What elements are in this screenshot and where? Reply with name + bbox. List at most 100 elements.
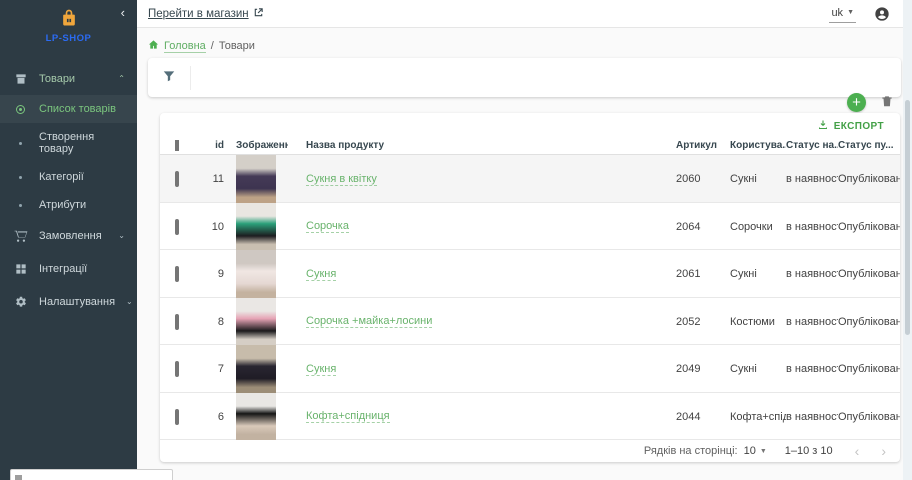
topbar-right: uk ▼ (829, 5, 890, 23)
select-all-checkbox[interactable] (175, 140, 179, 151)
product-name-link[interactable]: Кофта+спідниця (306, 410, 390, 423)
column-header-7: Статус пу... (838, 140, 900, 151)
breadcrumb: Головна / Товари (137, 28, 912, 54)
row-name-cell: Кофта+спідниця (288, 408, 676, 425)
sidebar-section-label: Товари (39, 73, 107, 85)
product-image[interactable] (236, 298, 276, 346)
logo: LP-SHOP (0, 6, 137, 44)
scrollbar-thumb[interactable] (905, 100, 910, 335)
row-category: Кофта+спідниц (730, 411, 786, 423)
header-checkbox-cell (160, 140, 200, 151)
row-image-cell (226, 345, 288, 393)
table-row: 11Сукня в квітку2060Сукнів наявностіОпуб… (160, 155, 900, 203)
cart-icon (13, 228, 28, 243)
row-id: 10 (200, 221, 226, 233)
rows-per-page-select[interactable]: 10 ▼ (744, 445, 767, 457)
product-name-link[interactable]: Сорочка +майка+лосини (306, 315, 432, 328)
language-select[interactable]: uk ▼ (829, 5, 856, 23)
table-row: 7Сукня2049Сукнів наявностіОпубліковано (160, 345, 900, 393)
bullet-icon (13, 176, 28, 179)
export-button[interactable]: ЕКСПОРТ (817, 119, 884, 134)
chevron-down-icon: ⌄ (126, 297, 133, 306)
row-checkbox[interactable] (175, 266, 179, 282)
active-radio-icon (13, 105, 28, 114)
row-name-cell: Сукня (288, 361, 676, 378)
breadcrumb-current: Товари (219, 40, 255, 52)
export-label: ЕКСПОРТ (834, 121, 884, 132)
pager: ‹ › (855, 444, 886, 458)
sidebar-section-4[interactable]: Налаштування⌄ (0, 285, 137, 318)
divider (190, 66, 191, 90)
language-value: uk (831, 7, 843, 19)
row-category: Сукні (730, 268, 786, 280)
sidebar: LP-SHOP ‹ Товари⌃Список товарівСтворення… (0, 0, 137, 480)
sidebar-item-4[interactable]: Атрибути (0, 191, 137, 219)
row-category: Сукні (730, 173, 786, 185)
product-image[interactable] (236, 155, 276, 203)
row-checkbox[interactable] (175, 409, 179, 425)
previous-page-button[interactable]: ‹ (855, 444, 860, 458)
row-name-cell: Сорочка +майка+лосини (288, 313, 676, 330)
products-table-card: ЕКСПОРТ idЗображенняНазва продуктуАртику… (160, 113, 900, 462)
topbar: Перейти в магазин uk ▼ (137, 0, 912, 28)
external-link-icon (253, 7, 264, 21)
table-header-row: idЗображенняНазва продуктуАртикулКористу… (160, 136, 900, 155)
breadcrumb-home-link[interactable]: Головна (164, 40, 206, 53)
column-header-4: Артикул (676, 140, 730, 151)
product-name-link[interactable]: Сукня в квітку (306, 173, 377, 186)
sidebar-section-2[interactable]: Замовлення ⌄ (0, 219, 137, 252)
row-published: Опубліковано (838, 221, 900, 233)
product-image[interactable] (236, 393, 276, 441)
bullet-icon (13, 204, 28, 207)
product-name-link[interactable]: Сукня (306, 363, 336, 376)
product-name-link[interactable]: Сукня (306, 268, 336, 281)
row-checkbox[interactable] (175, 314, 179, 330)
sidebar-item-1[interactable]: Список товарів (0, 95, 137, 123)
row-sku: 2052 (676, 316, 730, 328)
add-product-button[interactable]: + (847, 93, 866, 112)
row-sku: 2061 (676, 268, 730, 280)
product-image[interactable] (236, 345, 276, 393)
sidebar-section-label: Інтеграції (39, 263, 125, 275)
row-checkbox[interactable] (175, 219, 179, 235)
inventory-icon (13, 71, 28, 86)
gear-icon (13, 294, 28, 309)
rows-per-page-value: 10 (744, 445, 756, 457)
filter-panel (148, 58, 901, 97)
chevron-down-icon: ⌄ (118, 231, 125, 240)
row-checkbox[interactable] (175, 171, 179, 187)
row-sku: 2060 (676, 173, 730, 185)
page-scrollbar[interactable] (903, 0, 912, 480)
collapse-sidebar-icon[interactable]: ‹ (121, 6, 125, 19)
product-image[interactable] (236, 203, 276, 251)
row-id: 7 (200, 363, 226, 375)
row-image-cell (226, 203, 288, 251)
sidebar-nav: Товари⌃Список товарівСтворення товару Кат… (0, 62, 137, 318)
row-name-cell: Сукня (288, 266, 676, 283)
product-name-link[interactable]: Сорочка (306, 220, 349, 233)
row-checkbox-cell (160, 173, 200, 185)
apps-icon (13, 261, 28, 276)
row-checkbox-cell (160, 363, 200, 375)
sidebar-item-label: Категорії (39, 171, 125, 183)
sidebar-section-1[interactable]: Товари⌃ (0, 62, 137, 95)
sidebar-item-2[interactable]: Створення товару (0, 123, 137, 163)
rows-per-page-label: Рядків на сторінці: (644, 445, 738, 457)
row-availability: в наявності (786, 173, 838, 185)
sidebar-item-3[interactable]: Категорії (0, 163, 137, 191)
filter-icon[interactable] (162, 69, 176, 86)
delete-icon[interactable] (880, 94, 894, 111)
column-header-1: id (200, 140, 226, 151)
account-icon[interactable] (874, 6, 890, 22)
next-page-button[interactable]: › (881, 444, 886, 458)
row-sku: 2049 (676, 363, 730, 375)
product-image[interactable] (236, 250, 276, 298)
row-checkbox-cell (160, 316, 200, 328)
row-image-cell (226, 250, 288, 298)
main-area: Перейти в магазин uk ▼ Головна / Товари (137, 0, 912, 480)
sidebar-section-label: Замовлення (39, 230, 107, 242)
sidebar-section-3[interactable]: Інтеграції (0, 252, 137, 285)
go-to-store-link[interactable]: Перейти в магазин (148, 7, 264, 21)
row-checkbox[interactable] (175, 361, 179, 377)
store-link-label: Перейти в магазин (148, 8, 249, 20)
